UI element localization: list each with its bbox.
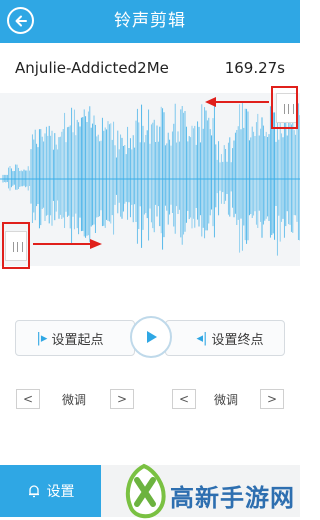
red-arrow-left-icon — [205, 97, 269, 107]
set-start-button[interactable]: |▸ 设置起点 — [15, 320, 135, 356]
start-fine-tune: < 微调 > — [16, 389, 134, 409]
bell-icon — [28, 485, 39, 498]
song-duration: 169.27s — [224, 59, 285, 77]
red-arrow-right-icon — [33, 239, 102, 249]
start-tune-next-button[interactable]: > — [110, 389, 134, 409]
end-handle-highlight — [271, 86, 298, 129]
set-end-icon: ◂| — [196, 330, 208, 346]
watermark-text: 高新手游网 — [170, 484, 295, 512]
page-title: 铃声剪辑 — [114, 11, 186, 31]
play-button[interactable] — [130, 316, 172, 358]
set-start-label: 设置起点 — [51, 332, 104, 348]
end-tune-next-button[interactable]: > — [260, 389, 284, 409]
set-end-label: 设置终点 — [211, 332, 264, 348]
end-tune-prev-button[interactable]: < — [172, 389, 196, 409]
watermark-logo — [125, 463, 166, 519]
top-bar: 铃声剪辑 — [0, 0, 300, 43]
set-start-icon: |▸ — [36, 330, 48, 346]
set-end-button[interactable]: ◂| 设置终点 — [165, 320, 285, 356]
settings-label: 设置 — [46, 484, 75, 500]
settings-tab[interactable]: 设置 — [0, 465, 101, 517]
end-fine-tune: < 微调 > — [168, 389, 284, 409]
end-tune-label: 微调 — [214, 393, 239, 407]
bottom-bar: 设置 高新手游网 — [0, 463, 300, 519]
start-tune-prev-button[interactable]: < — [16, 389, 40, 409]
start-handle-highlight — [2, 222, 30, 269]
start-tune-label: 微调 — [62, 393, 87, 407]
control-bar: |▸ 设置起点 ◂| 设置终点 — [15, 316, 285, 358]
song-info: Anjulie-Addicted2Me 169.27s — [0, 43, 300, 93]
song-name: Anjulie-Addicted2Me — [15, 59, 169, 77]
play-icon — [147, 331, 157, 343]
